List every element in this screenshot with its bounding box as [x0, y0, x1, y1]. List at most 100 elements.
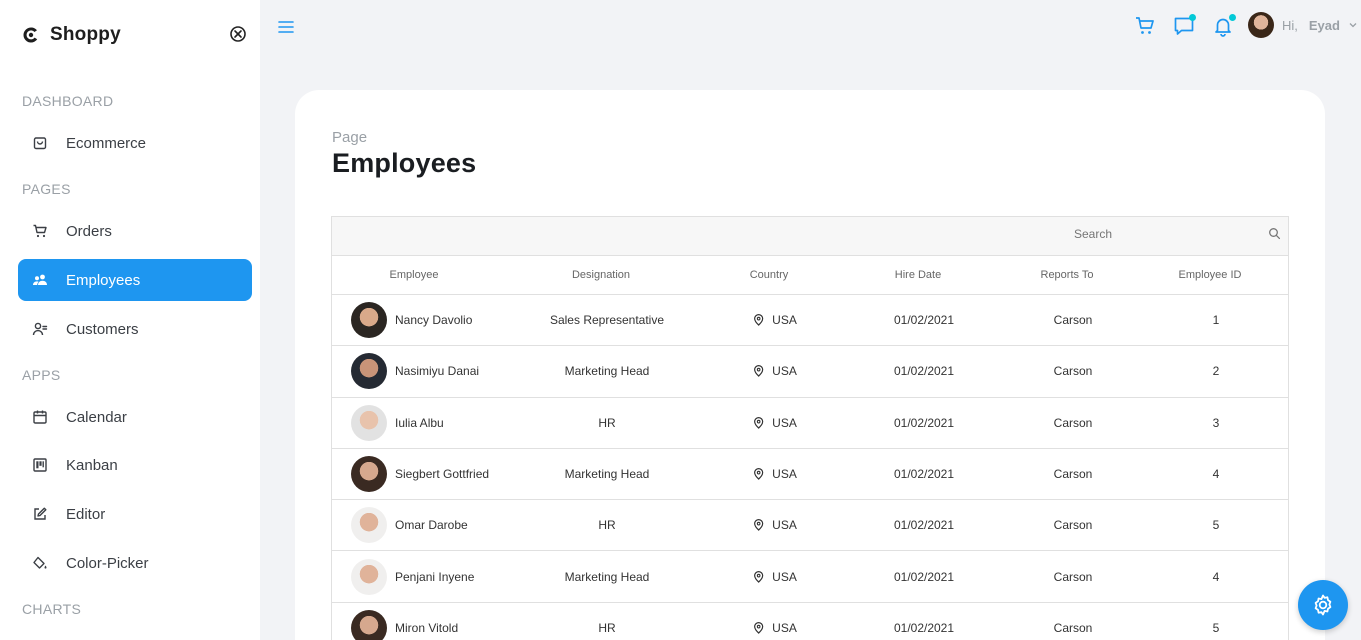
table-row[interactable]: Penjani Inyene Marketing Head USA 01/02/202… [332, 551, 1288, 603]
breadcrumb: Page [332, 129, 368, 146]
employee-avatar [351, 558, 387, 595]
country-cell: USA [753, 467, 797, 481]
sidebar-item-label: Calendar [66, 408, 127, 426]
employee-avatar [351, 507, 387, 544]
reports-to-cell: Carson [1053, 467, 1093, 482]
table-row[interactable]: Nasimiyu Danai Marketing Head USA 01/02/202… [332, 346, 1288, 398]
location-pin-icon [754, 468, 764, 480]
search-icon[interactable] [1268, 227, 1281, 240]
country-name: USA [772, 313, 797, 328]
search-input[interactable] [1074, 227, 1266, 241]
designation-cell: Marketing Head [564, 364, 650, 379]
greeting: Hi, [1282, 17, 1298, 33]
column-header-employee-id[interactable]: Employee ID [1179, 269, 1242, 281]
employees-grid: Employee Designation Country Hire Date R… [331, 216, 1289, 640]
section-dashboard: DASHBOARD [22, 93, 114, 109]
reports-to-cell: Carson [1053, 313, 1093, 328]
grid-body: Nancy Davolio Sales Representative USA 01/0… [332, 295, 1288, 640]
reports-to-cell: Carson [1053, 620, 1093, 635]
sidebar-item-kanban[interactable]: Kanban [18, 444, 252, 486]
sidebar-item-employees[interactable]: Employees [18, 259, 252, 301]
reports-to-cell: Carson [1053, 415, 1093, 430]
cart-icon[interactable] [1134, 15, 1156, 37]
column-header-reports-to[interactable]: Reports To [1041, 269, 1094, 281]
country-cell: USA [753, 621, 797, 635]
country-cell: USA [753, 570, 797, 584]
sidebar-item-label: Color-Picker [66, 554, 149, 572]
employee-cell: Miron Vitold [351, 609, 458, 640]
username: Eyad [1308, 17, 1340, 33]
employee-avatar [351, 404, 387, 441]
sidebar-item-customers[interactable]: Customers [18, 308, 252, 350]
bag-icon [33, 137, 47, 150]
user-profile-button[interactable]: Hi, Eyad [1248, 12, 1358, 38]
section-charts: CHARTS [22, 601, 82, 617]
table-row[interactable]: Iulia Albu HR USA 01/02/2021 Carson 3 [332, 398, 1288, 449]
employee-cell: Siegbert Gottfried [351, 456, 489, 493]
bell-notification-dot [1229, 14, 1236, 21]
country-name: USA [772, 467, 797, 482]
calendar-icon [33, 410, 47, 424]
employee-id-cell: 2 [1212, 364, 1220, 379]
section-pages: PAGES [22, 181, 71, 197]
settings-button[interactable] [1298, 580, 1348, 630]
table-row[interactable]: Siegbert Gottfried Marketing Head USA 01/02… [332, 449, 1288, 501]
employee-name: Omar Darobe [395, 518, 468, 533]
employee-id-cell: 1 [1212, 313, 1220, 328]
designation-cell: HR [598, 415, 616, 430]
sidebar-item-label: Editor [66, 505, 106, 523]
hire-date-cell: 01/02/2021 [893, 569, 955, 584]
location-pin-icon [754, 416, 764, 429]
column-header-country[interactable]: Country [750, 269, 789, 281]
hire-date-cell: 01/02/2021 [893, 313, 955, 328]
hire-date-cell: 01/02/2021 [893, 518, 955, 533]
kanban-icon [33, 458, 47, 472]
chevron-down-icon [1349, 23, 1357, 28]
employee-id-cell: 5 [1212, 518, 1220, 533]
menu-toggle-icon[interactable] [277, 18, 295, 36]
reports-to-cell: Carson [1053, 364, 1093, 379]
hire-date-cell: 01/02/2021 [893, 415, 955, 430]
employee-avatar [351, 353, 387, 390]
location-pin-icon [754, 519, 764, 532]
employee-avatar [351, 302, 387, 339]
table-row[interactable]: Miron Vitold HR USA 01/02/2021 Carson 5 [332, 603, 1288, 640]
paint-bucket-icon [33, 556, 47, 569]
hire-date-cell: 01/02/2021 [893, 364, 955, 379]
country-cell: USA [753, 416, 797, 430]
section-apps: APPS [22, 367, 61, 383]
column-header-designation[interactable]: Designation [572, 269, 630, 281]
designation-cell: Sales Representative [549, 313, 665, 328]
hire-date-cell: 01/02/2021 [893, 620, 955, 635]
sidebar-item-ecommerce[interactable]: Ecommerce [18, 122, 252, 164]
employee-avatar [351, 609, 387, 640]
sidebar-item-editor[interactable]: Editor [18, 493, 252, 535]
brand[interactable]: Shoppy [22, 24, 121, 46]
country-name: USA [772, 364, 797, 379]
country-name: USA [772, 620, 797, 635]
table-row[interactable]: Nancy Davolio Sales Representative USA 01/0… [332, 295, 1288, 347]
country-cell: USA [753, 364, 797, 378]
sidebar-item-orders[interactable]: Orders [18, 210, 252, 252]
employee-id-cell: 4 [1212, 467, 1220, 482]
location-pin-icon [754, 314, 764, 326]
sidebar-item-color-picker[interactable]: Color-Picker [18, 542, 252, 584]
sidebar-item-calendar[interactable]: Calendar [18, 396, 252, 438]
employee-name: Penjani Inyene [395, 569, 475, 584]
table-row[interactable]: Omar Darobe HR USA 01/02/2021 Carson 5 [332, 500, 1288, 552]
country-cell: USA [753, 518, 797, 532]
close-sidebar-icon[interactable] [229, 25, 247, 43]
column-header-employee[interactable]: Employee [390, 269, 439, 281]
avatar [1248, 12, 1274, 38]
employee-cell: Nasimiyu Danai [351, 353, 479, 390]
customer-icon [32, 322, 48, 336]
page-title: Employees [332, 148, 477, 178]
reports-to-cell: Carson [1053, 569, 1093, 584]
employee-cell: Nancy Davolio [351, 302, 472, 339]
designation-cell: Marketing Head [564, 569, 650, 584]
location-pin-icon [754, 365, 764, 378]
column-header-hire-date[interactable]: Hire Date [895, 269, 941, 281]
hire-date-cell: 01/02/2021 [893, 467, 955, 482]
country-name: USA [772, 518, 797, 533]
sidebar-item-label: Customers [66, 320, 139, 338]
